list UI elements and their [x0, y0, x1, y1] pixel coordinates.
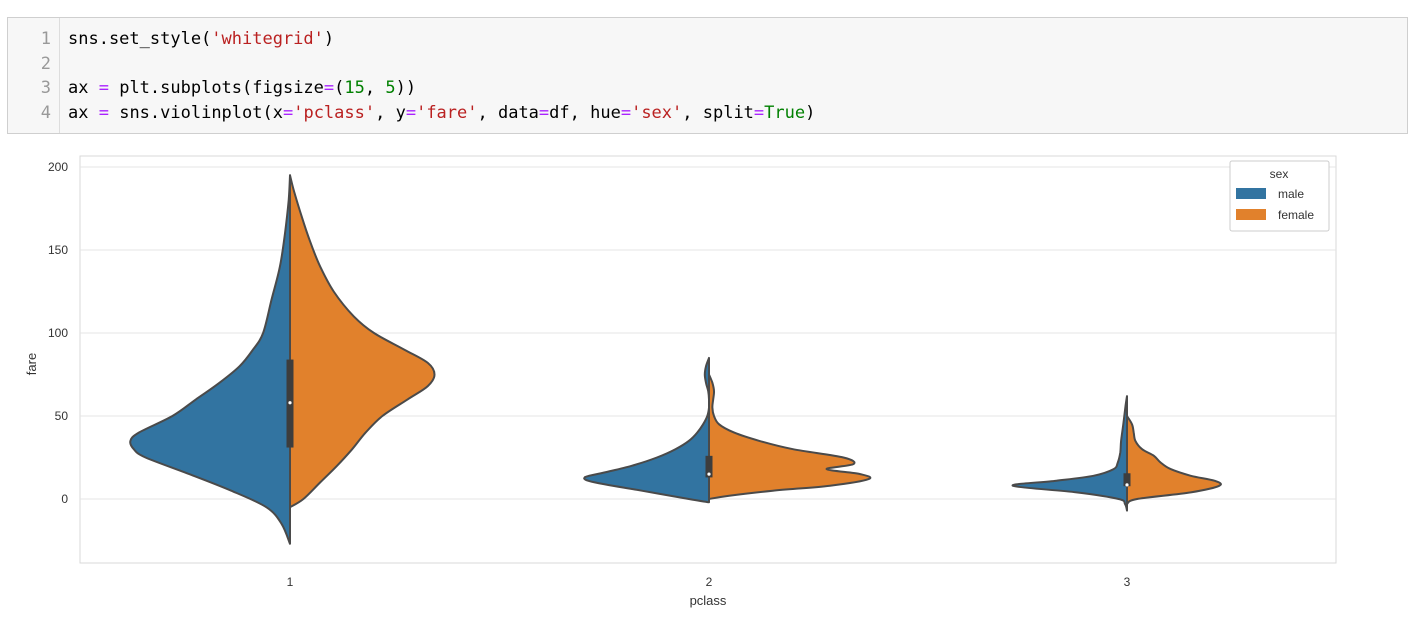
code-token: = [538, 102, 550, 123]
median-dot [1125, 483, 1129, 487]
code-token: 'fare' [416, 102, 478, 123]
legend-title: sex [1270, 167, 1289, 181]
y-axis-label: fare [24, 353, 39, 375]
code-token: = [753, 102, 765, 123]
code-token: ax [68, 102, 99, 123]
y-tick-label: 100 [48, 326, 68, 340]
y-tick-label: 150 [48, 243, 68, 257]
code-token: , split [682, 102, 754, 123]
legend: sex male female [1229, 160, 1330, 232]
violin-chart: 0 50 100 150 200 1 2 3 pclass fare sex male fe… [24, 155, 1337, 608]
code-token: = [98, 78, 109, 98]
legend-label-female: female [1278, 208, 1314, 222]
line-number: 1 [40, 29, 51, 49]
code-token: 'sex' [631, 102, 683, 123]
median-dot [288, 401, 292, 405]
code-cell-input[interactable]: 1 2 3 4 sns.set_style('whitegrid') ax = … [7, 17, 1408, 134]
code-token: ax [68, 78, 99, 98]
y-tick-labels: 0 50 100 150 200 [48, 160, 68, 506]
code-token: ( [334, 78, 345, 98]
code-token: = [405, 102, 417, 123]
x-tick-label: 1 [287, 575, 294, 589]
code-token: = [98, 102, 109, 123]
code-token: )) [395, 78, 417, 98]
x-axis-label: pclass [690, 593, 727, 608]
code-token: 'pclass' [293, 102, 376, 123]
line-number: 4 [40, 102, 51, 123]
code-token: , y [375, 102, 406, 123]
x-tick-labels: 1 2 3 [287, 575, 1131, 589]
code-token: plt.subplots(figsize [108, 78, 324, 98]
line-number: 2 [40, 53, 51, 74]
code-token: = [323, 78, 335, 98]
code-token: ) [323, 29, 335, 49]
legend-swatch-male [1236, 188, 1266, 199]
code-token: sns.set_style( [68, 29, 212, 49]
code-line[interactable]: sns.set_style('whitegrid') [68, 27, 334, 52]
y-tick-label: 0 [61, 492, 68, 506]
code-token: 5 [385, 78, 396, 98]
line-number: 3 [40, 78, 51, 98]
code-token: = [620, 102, 632, 123]
median-dot [707, 472, 711, 476]
x-tick-label: 3 [1124, 575, 1131, 589]
code-line[interactable]: ax = plt.subplots(figsize=(15, 5)) [68, 76, 416, 101]
code-token: sns.violinplot(x [108, 102, 283, 123]
code-token: 15 [344, 78, 365, 98]
y-tick-label: 50 [55, 409, 69, 423]
legend-swatch-female [1236, 209, 1266, 220]
line-number-gutter: 1 2 3 4 [8, 18, 60, 133]
code-token: , data [477, 102, 539, 123]
legend-label-male: male [1278, 187, 1304, 201]
code-token: , [364, 78, 386, 98]
x-tick-label: 2 [706, 575, 713, 589]
code-token: df, hue [549, 102, 621, 123]
code-line[interactable]: ax = sns.violinplot(x='pclass', y='fare'… [68, 101, 815, 126]
code-token: 'whitegrid' [211, 29, 324, 49]
code-token: True [764, 102, 806, 123]
y-tick-label: 200 [48, 160, 68, 174]
code-token: ) [805, 102, 816, 123]
cell-output: 0 50 100 150 200 1 2 3 pclass fare sex male fe… [0, 136, 1409, 618]
code-token: = [282, 102, 294, 123]
